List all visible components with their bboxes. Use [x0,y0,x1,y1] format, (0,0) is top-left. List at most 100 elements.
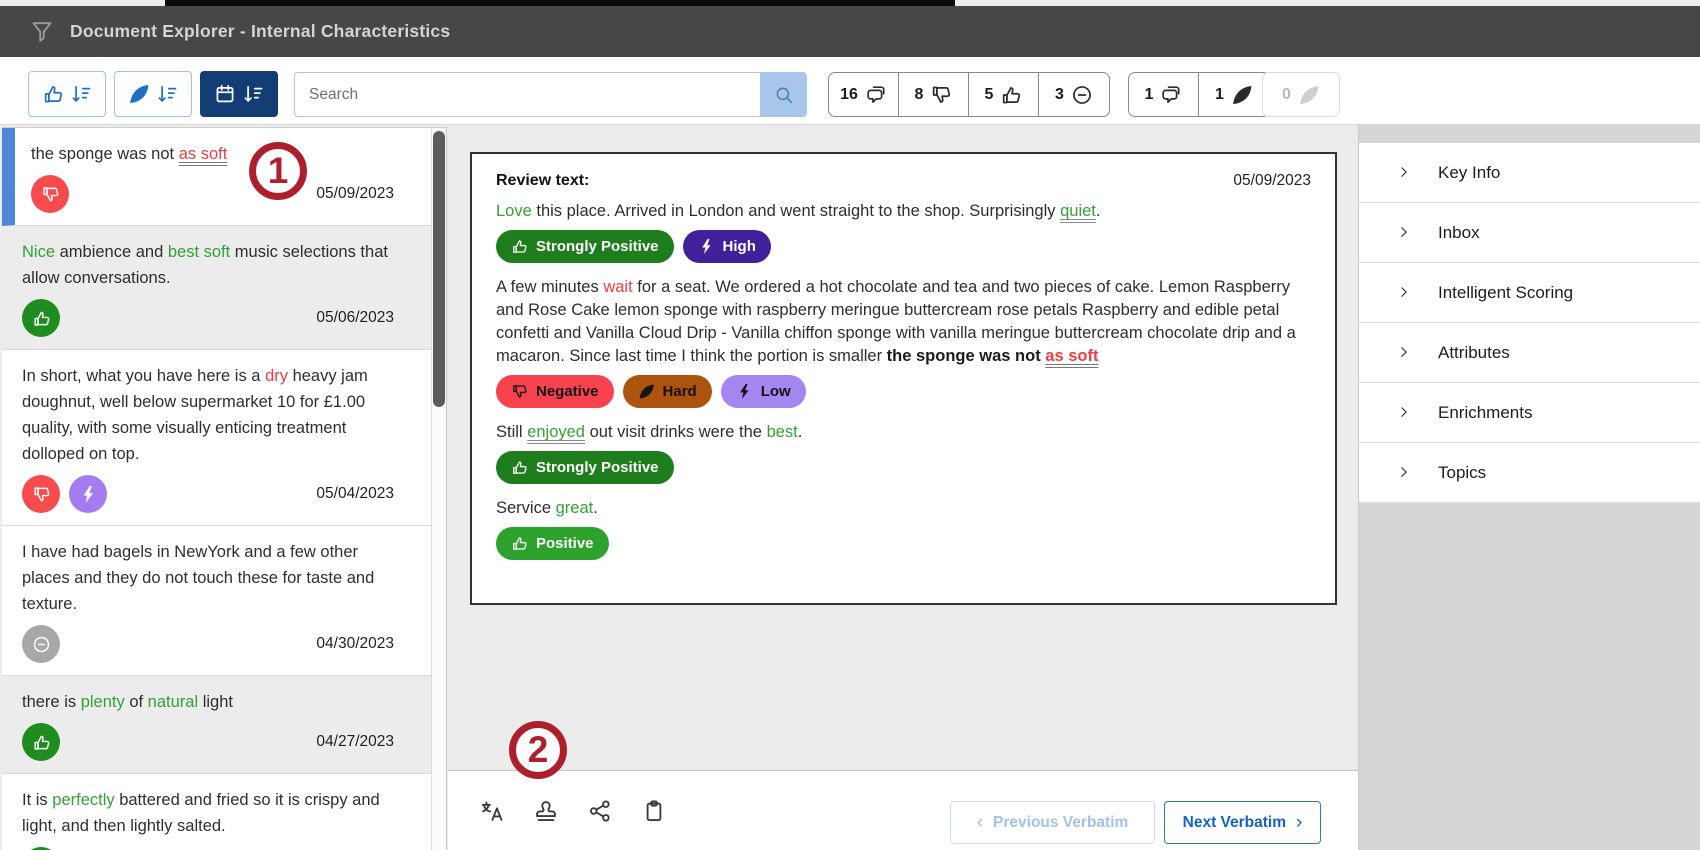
verbatim-list-item[interactable]: the sponge was not as soft 05/09/2023 [2,128,446,226]
sentiment-icon-group [22,723,60,761]
text-segment: . [797,423,803,441]
search-input[interactable] [294,72,760,117]
verbatim-list-item[interactable]: there is plenty of natural light 04/27/20… [2,676,446,774]
chevron-right-icon [1397,465,1412,480]
thumbs-up-icon [511,459,528,476]
review-paragraph: Love this place. Arrived in London and w… [496,200,1311,223]
sort-by-date-button[interactable] [200,71,278,117]
list-scrollbar-thumb[interactable] [433,131,445,407]
strongly-positive-badge[interactable]: Strongly Positive [496,230,674,263]
hard-badge[interactable]: Hard [622,375,712,408]
text-segment: great [555,499,594,517]
page-title: Document Explorer - Internal Characteris… [70,21,451,41]
sidebar-section-key-info[interactable]: Key Info [1359,143,1700,203]
counter-thumbs-up[interactable]: 5 [969,73,1039,116]
lightning-icon [698,238,715,255]
sort-descending-icon [70,83,92,105]
sidebar-section-topics[interactable]: Topics [1359,443,1700,503]
sidebar-section-inbox[interactable]: Inbox [1359,203,1700,263]
next-verbatim-button[interactable]: Next Verbatim › [1164,801,1321,844]
review-card: Review text: 05/09/2023 Love this place.… [470,152,1337,605]
share-icon [588,799,612,823]
previous-verbatim-button[interactable]: ‹ Previous Verbatim [950,801,1155,844]
counter-value: 1 [1144,85,1154,103]
text-segment: the sponge was not [31,145,179,163]
previous-verbatim-label: Previous Verbatim [993,813,1129,831]
high-badge[interactable]: High [682,230,771,263]
sidebar-section-label: Attributes [1438,342,1510,362]
clipboard-button[interactable] [642,799,666,823]
text-segment: quiet [1060,202,1096,220]
verbatim-list-item[interactable]: In short, what you have here is a dry he… [2,350,446,526]
verbatim-list-panel: the sponge was not as soft 05/09/2023 Nice… [2,127,447,850]
review-text-label: Review text: [496,172,590,189]
verbatim-text: Nice ambience and best soft music select… [22,239,394,291]
sort-by-sentiment-button[interactable] [28,71,106,117]
verbatim-list-item[interactable]: Nice ambience and best soft music select… [2,226,446,350]
counter-chat[interactable]: 16 [829,73,899,116]
stamp-button[interactable] [534,799,558,823]
thumbs-down-icon [32,485,51,504]
chevron-right-icon [1397,405,1412,420]
lightning-icon [736,383,753,400]
text-segment: out visit drinks were the [584,423,767,441]
review-card-header: Review text: 05/09/2023 [496,172,1311,190]
review-body: Love this place. Arrived in London and w… [496,200,1311,560]
annotation-circle-2: 2 [509,721,567,779]
text-segment: as soft [178,145,228,163]
counter-chat[interactable]: 1 [1129,73,1199,116]
verbatim-date: 04/30/2023 [316,635,394,652]
positive-badge[interactable]: Positive [496,527,609,560]
share-button[interactable] [588,799,612,823]
text-segment: this place. Arrived in London and went s… [531,202,1061,220]
text-segment: the sponge was not [886,347,1046,365]
badge-label: High [722,238,756,255]
counter-thumbs-down[interactable]: 8 [899,73,969,116]
verbatim-meta-row: 05/04/2023 [22,475,394,513]
translate-button[interactable] [480,799,504,823]
verbatim-text: the sponge was not as soft [31,141,394,167]
sort-by-effort-button[interactable] [114,71,192,117]
strongly-positive-badge[interactable]: Strongly Positive [496,451,674,484]
thumbs-up-icon [511,535,528,552]
toolbar: 16 8 53 1 1 0 [0,57,1700,125]
verbatim-list-item[interactable]: It is perfectly battered and fried so it… [2,774,446,850]
info-accordion: Key Info Inbox Intelligent Scoring Attribut… [1359,143,1700,503]
verbatim-text: It is perfectly battered and fried so it… [22,787,394,839]
badge-row: Strongly Positive High [496,230,1311,263]
text-segment: best soft [167,243,231,261]
badge-label: Strongly Positive [536,459,659,476]
annotation-circle-1: 1 [249,142,307,200]
neutral-icon [1071,84,1093,106]
text-segment: A few minutes [496,278,604,296]
verbatim-list-item[interactable]: I have had bagels in NewYork and a few o… [2,526,446,676]
list-scrollbar-track[interactable] [431,128,446,850]
sort-button-group [28,71,278,117]
filter-funnel-icon[interactable] [30,20,54,44]
counter-value: 0 [1282,85,1291,103]
feather-icon [1298,84,1320,106]
sidebar-section-label: Enrichments [1438,402,1533,422]
search-group [294,72,807,117]
sidebar-section-enrichments[interactable]: Enrichments [1359,383,1700,443]
text-segment: plenty [80,693,125,711]
negative-badge[interactable]: Negative [496,375,614,408]
counter-neutral[interactable]: 3 [1039,73,1109,116]
search-button[interactable] [760,72,807,117]
low-badge[interactable]: Low [720,375,806,408]
review-paragraph: A few minutes wait for a seat. We ordere… [496,276,1311,368]
thumbs-down-icon [930,84,952,106]
sentiment-icon-group [31,175,69,213]
sidebar-section-attributes[interactable]: Attributes [1359,323,1700,383]
thumbs-down-icon [41,185,60,204]
text-segment: dry [265,367,288,385]
sidebar-section-intelligent-scoring[interactable]: Intelligent Scoring [1359,263,1700,323]
clipboard-icon [642,799,666,823]
text-segment: wait [603,278,633,296]
review-date: 05/09/2023 [1233,172,1311,189]
counter-value: 8 [914,85,924,103]
text-segment: ambience and [55,243,168,261]
counter-feather[interactable]: 1 [1199,73,1269,116]
text-segment: Still [496,423,528,441]
counter-value: 1 [1215,85,1224,103]
